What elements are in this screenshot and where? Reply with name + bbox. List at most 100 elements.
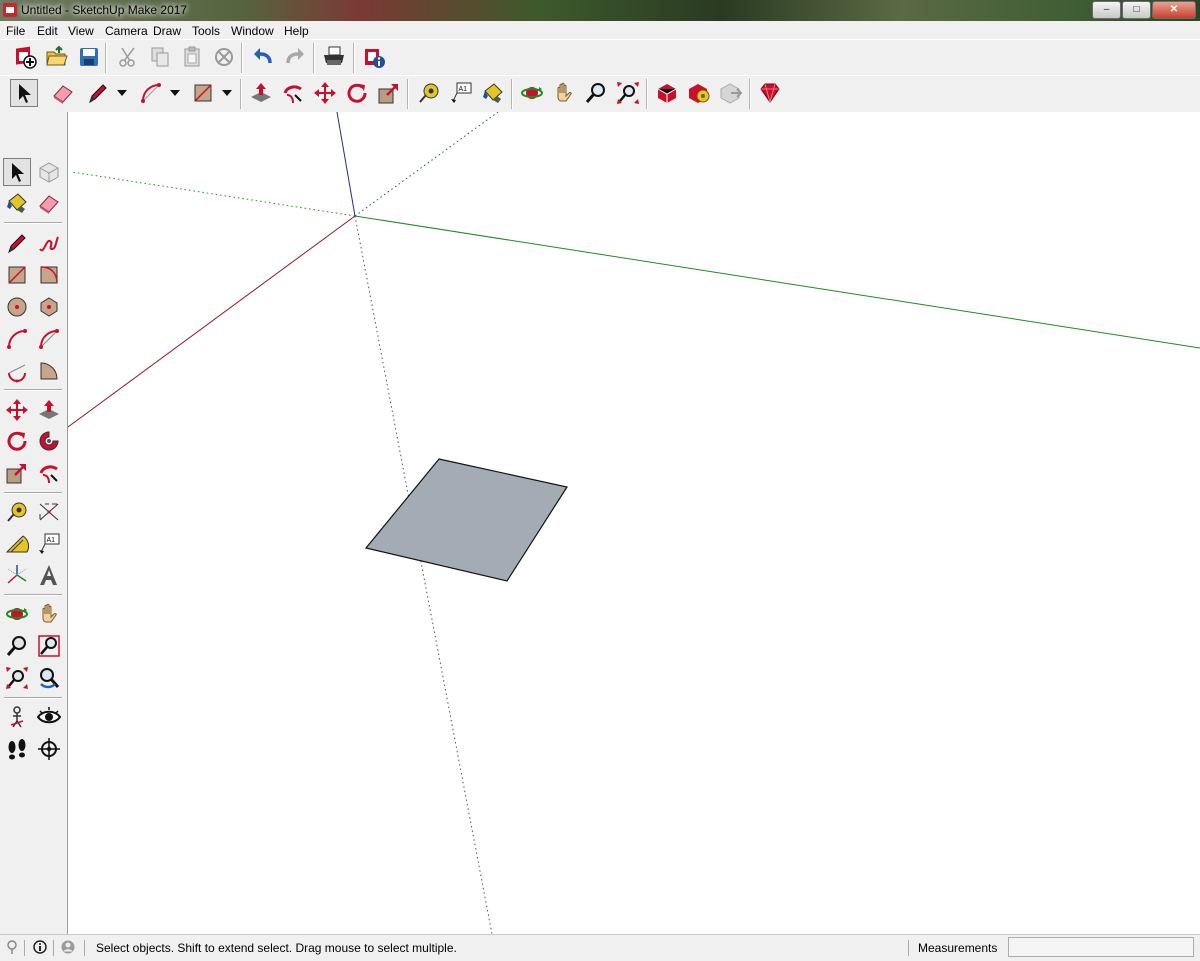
rotated-rectangle-tool-icon[interactable] <box>35 261 63 289</box>
large-tool-set: A1 <box>0 112 68 934</box>
model-canvas[interactable] <box>68 112 1200 934</box>
print-icon[interactable] <box>320 43 348 71</box>
pan-tool-icon[interactable] <box>35 600 63 628</box>
polygon-tool-icon[interactable] <box>35 293 63 321</box>
rotate-tool-icon[interactable] <box>3 427 31 455</box>
push-pull-icon[interactable] <box>247 79 275 107</box>
arc-tool-icon[interactable] <box>3 325 31 353</box>
sketchup-app-icon[interactable] <box>3 3 17 17</box>
zoom-tool-icon[interactable] <box>3 632 31 660</box>
look-around-tool-icon[interactable] <box>35 703 63 731</box>
menu-tools[interactable]: Tools <box>192 24 220 38</box>
menu-view[interactable]: View <box>68 24 94 38</box>
info-icon[interactable] <box>33 940 47 954</box>
three-point-arc-tool-icon[interactable] <box>3 357 31 385</box>
pencil-dropdown-icon[interactable] <box>117 90 127 96</box>
push-pull-tool-icon[interactable] <box>35 396 63 424</box>
menu-help[interactable]: Help <box>284 24 309 38</box>
menu-draw[interactable]: Draw <box>153 24 181 38</box>
follow-me-icon[interactable] <box>279 79 307 107</box>
dimension-tool-icon[interactable] <box>35 498 63 526</box>
zoom-extents-icon[interactable] <box>614 79 642 107</box>
walk-tool-icon[interactable] <box>3 735 31 763</box>
offset-tool-icon[interactable] <box>35 459 63 487</box>
undo-icon[interactable] <box>249 43 277 71</box>
follow-me-tool-icon[interactable] <box>35 427 63 455</box>
3d-text-tool-icon[interactable] <box>35 561 63 589</box>
axis-green-negative <box>71 171 356 217</box>
3d-warehouse-icon[interactable] <box>653 79 681 107</box>
pie-tool-icon[interactable] <box>35 357 63 385</box>
paint-bucket-icon[interactable] <box>479 79 507 107</box>
tape-measure-icon[interactable] <box>415 79 443 107</box>
erase-icon[interactable] <box>210 43 238 71</box>
eraser-tool-icon[interactable] <box>35 189 63 217</box>
menu-edit[interactable]: Edit <box>37 24 58 38</box>
paste-icon[interactable] <box>178 43 206 71</box>
make-component-icon[interactable] <box>35 158 63 186</box>
minimize-button[interactable]: – <box>1092 1 1121 19</box>
zoom-icon[interactable] <box>582 79 610 107</box>
circle-tool-icon[interactable] <box>3 293 31 321</box>
rectangle-face[interactable] <box>364 458 568 582</box>
extension-warehouse-icon[interactable] <box>685 79 713 107</box>
rectangle-icon[interactable] <box>189 79 217 107</box>
status-bar: Select objects. Shift to extend select. … <box>0 934 1200 961</box>
axis-blue-negative <box>354 112 499 217</box>
text-tool-icon[interactable]: A1 <box>35 530 63 558</box>
save-icon[interactable] <box>75 43 103 71</box>
close-button[interactable]: ✕ <box>1152 1 1196 19</box>
previous-view-tool-icon[interactable] <box>35 664 63 692</box>
model-info-icon[interactable] <box>360 43 388 71</box>
text-icon[interactable]: A1 <box>447 79 475 107</box>
tape-measure-tool-icon[interactable] <box>3 498 31 526</box>
pencil-icon[interactable] <box>84 79 112 107</box>
redo-icon[interactable] <box>281 43 309 71</box>
position-camera-tool-icon[interactable] <box>3 703 31 731</box>
standard-toolbar <box>0 39 1200 77</box>
measurements-box[interactable] <box>1008 937 1194 957</box>
menu-file[interactable]: File <box>6 24 25 38</box>
maximize-button[interactable]: □ <box>1122 1 1151 19</box>
user-icon[interactable] <box>61 940 75 954</box>
scale-tool-icon[interactable] <box>3 459 31 487</box>
axis-vertical-negative <box>354 215 493 934</box>
new-icon[interactable] <box>11 43 39 71</box>
rectangle-dropdown-icon[interactable] <box>222 90 232 96</box>
drawing-area[interactable] <box>68 112 1200 934</box>
copy-icon[interactable] <box>146 43 174 71</box>
axis-red <box>68 215 356 428</box>
svg-text:A1: A1 <box>459 86 468 93</box>
menu-camera[interactable]: Camera <box>105 24 148 38</box>
arc-icon[interactable] <box>137 79 165 107</box>
paint-bucket-tool-icon[interactable] <box>3 189 31 217</box>
select-icon[interactable] <box>10 79 38 107</box>
axis-green <box>354 215 1200 349</box>
select-tool-icon[interactable] <box>3 158 31 186</box>
geo-location-icon[interactable] <box>5 940 19 954</box>
two-point-arc-tool-icon[interactable] <box>35 325 63 353</box>
line-tool-icon[interactable] <box>3 229 31 257</box>
menu-window[interactable]: Window <box>231 24 274 38</box>
main-toolbar: A1 <box>0 75 1200 113</box>
orbit-icon[interactable] <box>518 79 546 107</box>
pan-icon[interactable] <box>550 79 578 107</box>
move-icon[interactable] <box>311 79 339 107</box>
rectangle-tool-icon[interactable] <box>3 261 31 289</box>
cut-icon[interactable] <box>114 43 142 71</box>
arc-dropdown-icon[interactable] <box>170 90 180 96</box>
ruby-console-icon[interactable] <box>756 79 784 107</box>
section-plane-tool-icon[interactable] <box>35 735 63 763</box>
share-model-icon[interactable] <box>717 79 745 107</box>
zoom-extents-tool-icon[interactable] <box>3 664 31 692</box>
scale-icon[interactable] <box>375 79 403 107</box>
axes-tool-icon[interactable] <box>3 561 31 589</box>
zoom-window-tool-icon[interactable] <box>35 632 63 660</box>
orbit-tool-icon[interactable] <box>3 600 31 628</box>
open-icon[interactable] <box>43 43 71 71</box>
rotate-icon[interactable] <box>343 79 371 107</box>
eraser-icon[interactable] <box>49 79 77 107</box>
move-tool-icon[interactable] <box>3 396 31 424</box>
protractor-tool-icon[interactable] <box>3 530 31 558</box>
freehand-tool-icon[interactable] <box>35 229 63 257</box>
